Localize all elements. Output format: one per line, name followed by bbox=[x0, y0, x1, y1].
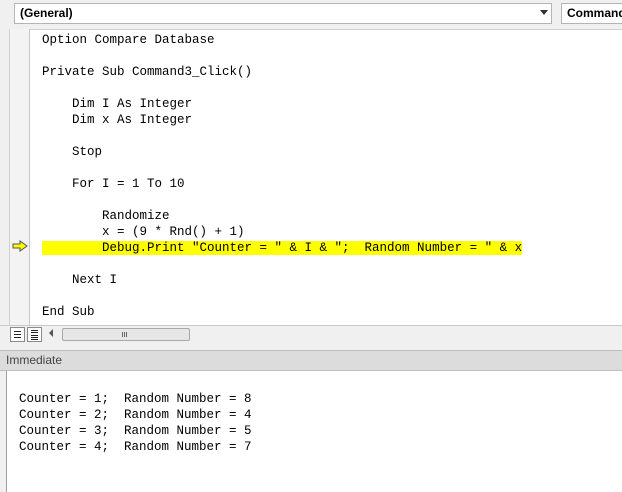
object-dropdown[interactable]: (General) bbox=[14, 3, 552, 24]
full-module-view-button[interactable] bbox=[27, 327, 42, 342]
margin-indicator-bar[interactable] bbox=[9, 29, 30, 325]
scroll-left-icon[interactable] bbox=[49, 329, 53, 337]
code-line[interactable]: Debug.Print "Counter = " & I & "; Random… bbox=[42, 240, 523, 256]
procedure-dropdown[interactable]: Command bbox=[561, 3, 622, 24]
immediate-output-line: Counter = 4; Random Number = 7 bbox=[19, 440, 252, 454]
code-line[interactable]: Option Compare Database bbox=[42, 32, 215, 48]
code-line-text: Private Sub Command3_Click() bbox=[42, 65, 253, 79]
chevron-down-icon bbox=[540, 10, 548, 15]
code-line-text: Randomize bbox=[42, 209, 170, 223]
code-line[interactable]: Dim x As Integer bbox=[42, 112, 192, 128]
code-line[interactable]: Dim I As Integer bbox=[42, 96, 192, 112]
procedure-dropdown-value: Command bbox=[567, 6, 622, 20]
object-dropdown-value: (General) bbox=[20, 6, 73, 20]
code-line-text: Debug.Print "Counter = " & I & "; Random… bbox=[42, 241, 523, 255]
grip-icon bbox=[122, 332, 123, 337]
code-line-text: For I = 1 To 10 bbox=[42, 177, 185, 191]
code-line-text: End Sub bbox=[42, 305, 95, 319]
code-line[interactable]: Next I bbox=[42, 272, 117, 288]
code-line[interactable]: Randomize bbox=[42, 208, 170, 224]
horizontal-scrollbar-thumb[interactable] bbox=[62, 328, 190, 341]
code-line[interactable]: Private Sub Command3_Click() bbox=[42, 64, 252, 80]
code-line-text: Dim x As Integer bbox=[42, 113, 193, 127]
code-line-text: x = (9 * Rnd() + 1) bbox=[42, 225, 245, 239]
code-line[interactable]: For I = 1 To 10 bbox=[42, 176, 185, 192]
code-line-text: Next I bbox=[42, 273, 118, 287]
immediate-output-line: Counter = 1; Random Number = 8 bbox=[19, 392, 252, 406]
immediate-output-line: Counter = 3; Random Number = 5 bbox=[19, 424, 252, 438]
execution-pointer-icon bbox=[12, 240, 28, 252]
procedure-view-button[interactable] bbox=[10, 327, 25, 342]
code-line-text: Dim I As Integer bbox=[42, 97, 193, 111]
code-line-text: Option Compare Database bbox=[42, 33, 215, 47]
code-line[interactable]: x = (9 * Rnd() + 1) bbox=[42, 224, 245, 240]
immediate-window-title: Immediate bbox=[0, 350, 622, 371]
code-window-statusstrip bbox=[0, 325, 622, 345]
left-gutter bbox=[0, 29, 9, 325]
code-window-toolbar: (General) Command bbox=[0, 0, 622, 30]
code-editor[interactable]: Option Compare Database Private Sub Comma… bbox=[30, 29, 622, 326]
immediate-output-line: Counter = 2; Random Number = 4 bbox=[19, 408, 252, 422]
code-line[interactable]: Stop bbox=[42, 144, 102, 160]
code-line-text: Stop bbox=[42, 145, 103, 159]
immediate-window[interactable]: Counter = 1; Random Number = 8 Counter = … bbox=[6, 371, 622, 492]
code-line[interactable]: End Sub bbox=[42, 304, 95, 320]
